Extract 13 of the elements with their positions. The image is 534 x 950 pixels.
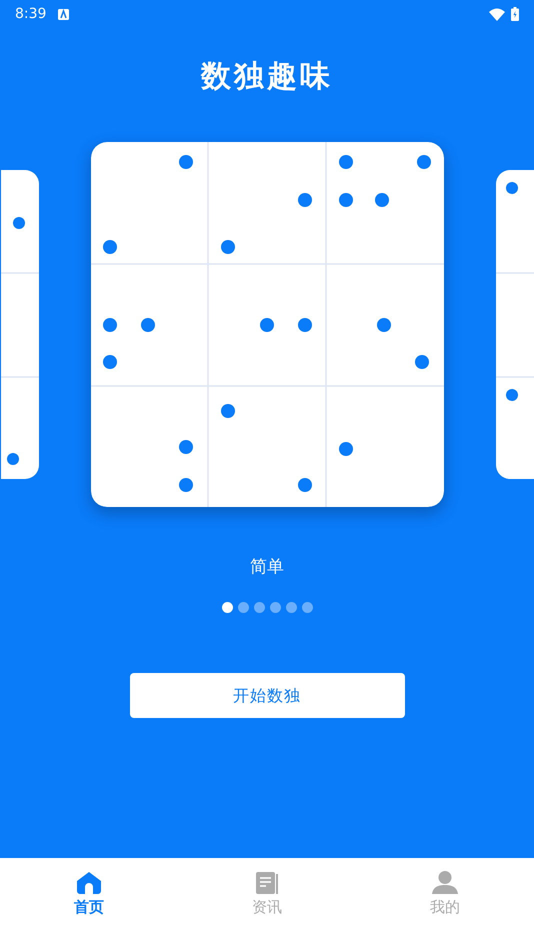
nav-tab[interactable]: 资讯 [178, 858, 356, 932]
home-icon [77, 872, 101, 894]
battery-icon [511, 7, 519, 21]
difficulty-label: 简单 [250, 559, 284, 576]
nav-tab[interactable]: 首页 [0, 858, 178, 932]
person-icon [432, 871, 458, 894]
document-icon [255, 872, 279, 894]
wifi-icon [489, 8, 505, 20]
nav-tab[interactable]: 我的 [356, 858, 534, 932]
notification-icon [58, 8, 70, 20]
start-button[interactable]: 开始数独 [130, 673, 404, 718]
status-time: 8:39 [15, 4, 46, 24]
app-title: 数独趣味 [201, 62, 333, 92]
